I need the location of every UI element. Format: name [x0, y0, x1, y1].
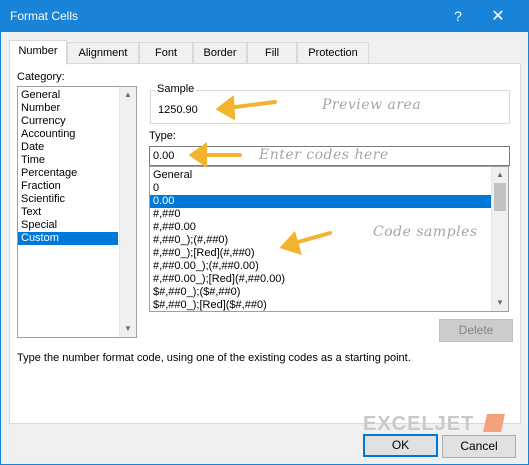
- cancel-button[interactable]: Cancel: [442, 435, 516, 458]
- annotation-preview-area: Preview area: [322, 97, 422, 113]
- tab-font[interactable]: Font: [139, 42, 193, 63]
- number-tab-panel: Category: General Number Currency Accoun…: [9, 63, 521, 424]
- arrow-head-icon: [215, 95, 236, 121]
- tab-number[interactable]: Number: [9, 40, 67, 65]
- arrow-head-icon: [188, 142, 207, 168]
- tab-alignment[interactable]: Alignment: [67, 42, 139, 63]
- annotation-enter-codes: Enter codes here: [259, 147, 389, 163]
- tab-fill[interactable]: Fill: [247, 42, 297, 63]
- help-button[interactable]: ?: [441, 1, 475, 32]
- dialog-title: Format Cells: [10, 9, 79, 23]
- tab-strip: Number Alignment Font Border Fill Protec…: [9, 40, 519, 65]
- tab-protection[interactable]: Protection: [297, 42, 369, 63]
- arrow-head-icon: [279, 231, 302, 256]
- ok-button[interactable]: OK: [363, 434, 438, 457]
- title-bar: Format Cells ? ✕: [1, 1, 528, 32]
- logo-mark-icon: [483, 414, 505, 432]
- tab-border[interactable]: Border: [193, 42, 247, 63]
- annotation-code-samples: Code samples: [373, 224, 478, 240]
- format-cells-dialog: Format Cells ? ✕ Number Alignment Font B…: [0, 0, 529, 465]
- logo-text: EXCELJET: [363, 413, 475, 435]
- annotation-arrows: [188, 95, 332, 256]
- close-button[interactable]: ✕: [481, 1, 515, 32]
